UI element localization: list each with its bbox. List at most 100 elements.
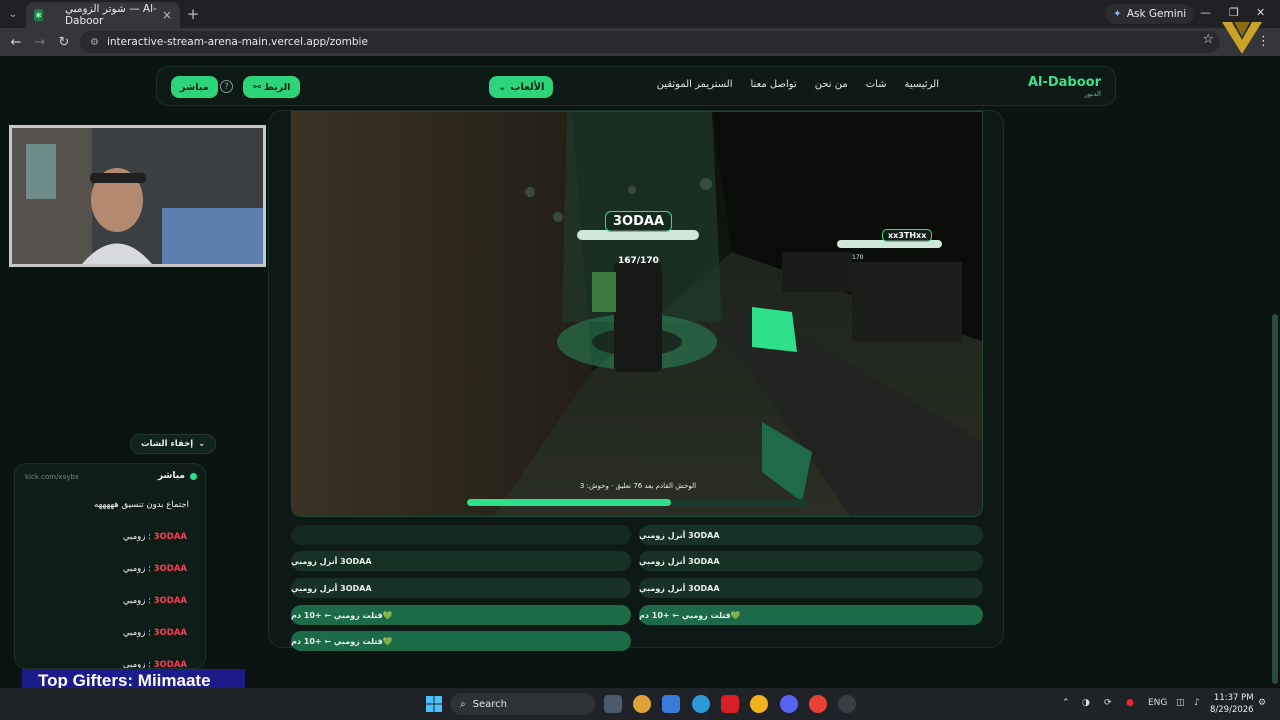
- taskbar-search[interactable]: ⌕ Search: [450, 693, 595, 715]
- channel-logo-icon: [1222, 22, 1262, 54]
- games-label: الألعاب: [510, 81, 545, 93]
- chat-username: 3ODAA: [153, 564, 187, 574]
- task-view-icon[interactable]: [604, 695, 622, 713]
- minimize-icon[interactable]: —: [1200, 6, 1211, 19]
- back-icon[interactable]: ←: [4, 35, 28, 50]
- brand-name: Al-Daboor: [1027, 75, 1101, 90]
- obs-icon[interactable]: [838, 695, 856, 713]
- site-favicon-icon: ✱: [34, 9, 43, 21]
- chat-message: اجتماع بدون تنسيق هههههه: [94, 500, 189, 510]
- feed-item: 3ODAA أنزل زومبي: [639, 578, 983, 598]
- game-scene: [292, 112, 982, 516]
- close-tab-icon[interactable]: ×: [162, 8, 172, 22]
- chat-message: 3ODAA : زومبي: [122, 596, 187, 606]
- chat-message: 3ODAA : زومبي: [122, 660, 187, 669]
- feed-item: [291, 525, 631, 545]
- chrome-icon[interactable]: [750, 695, 768, 713]
- tab-search-chevron-icon[interactable]: ⌄: [0, 0, 26, 28]
- reload-icon[interactable]: ↻: [52, 35, 76, 50]
- edge-icon[interactable]: [692, 695, 710, 713]
- enemy-nametag: xx3THxx: [882, 229, 933, 242]
- hide-chat-button[interactable]: إخفاء الشات ⌄: [130, 434, 217, 454]
- zombie-player: [614, 262, 662, 372]
- taskbar-clock[interactable]: 11:37 PM 8/29/2026: [1210, 692, 1254, 716]
- discord-icon[interactable]: [780, 695, 798, 713]
- nav-link-about[interactable]: من نحن: [815, 79, 848, 90]
- windows-start-icon[interactable]: [425, 695, 443, 713]
- feed-item: 💚قتلت زومبي ← +10 دم: [291, 631, 631, 651]
- rifle-sight: [752, 307, 797, 352]
- chat-header: kick.com/xsybx مباشر: [15, 464, 205, 490]
- zombie-game-canvas[interactable]: 3ODAA 167/170 xx3THxx 170 الوحش القادم ب…: [291, 111, 983, 517]
- chat-channel-url[interactable]: kick.com/xsybx: [25, 473, 79, 481]
- chat-message: 3ODAA : زومبي: [122, 532, 187, 542]
- nav-link-home[interactable]: الرئيسية: [905, 79, 939, 90]
- browser-tab-bar: ⌄ ✱ شوتر الزومبي — Al-Daboor × + ✦ Ask G…: [0, 0, 1280, 28]
- zombie-enemy-group: [852, 262, 962, 342]
- feed-item-text: 3ODAA أنزل زومبي: [291, 583, 372, 593]
- wave-progress-fill: [467, 499, 671, 506]
- game-panel: 3ODAA 167/170 xx3THxx 170 الوحش القادم ب…: [268, 110, 1004, 651]
- feed-item: 3ODAA أنزل زومبي: [291, 551, 631, 571]
- wave-progress-bar: [467, 499, 807, 506]
- chrome-active-icon[interactable]: [809, 695, 827, 713]
- sync-icon[interactable]: ⟳: [1104, 698, 1112, 708]
- help-icon[interactable]: ?: [220, 80, 233, 93]
- brand-subtitle: الدبور: [1084, 90, 1101, 98]
- webcam-overlay: [9, 125, 266, 267]
- audio-icon[interactable]: ◑: [1082, 698, 1090, 708]
- url-text: interactive-stream-arena-main.vercel.app…: [106, 36, 368, 48]
- store-icon[interactable]: [662, 695, 680, 713]
- browser-tab[interactable]: ✱ شوتر الزومبي — Al-Daboor ×: [26, 2, 180, 28]
- feed-item: 💚قتلت زومبي ← +10 دم: [639, 605, 983, 625]
- chat-text: زومبي: [122, 564, 146, 574]
- feed-item: 3ODAA أنزل زومبي: [639, 525, 983, 545]
- chat-text: زومبي: [122, 660, 146, 669]
- chat-username: 3ODAA: [153, 660, 187, 669]
- live-button[interactable]: مباشر: [171, 76, 218, 98]
- zombie-arm-icon: [592, 272, 616, 312]
- tray-chevron-icon[interactable]: ⌃: [1062, 698, 1070, 708]
- nav-link-verified-streamers[interactable]: الستريمر الموثقين: [657, 79, 733, 90]
- feed-item: 💚قتلت زومبي ← +10 دم: [291, 605, 631, 625]
- particle: [553, 212, 563, 222]
- notifications-icon[interactable]: ⚙: [1258, 698, 1266, 708]
- feed-item-text: 3ODAA أنزل زومبي: [639, 556, 720, 566]
- player-nametag: 3ODAA: [605, 211, 673, 232]
- microphone-icon[interactable]: ●: [1126, 698, 1134, 708]
- feed-item: 3ODAA أنزل زومبي: [291, 578, 631, 598]
- windows-taskbar: ⌕ Search ⌃ ◑ ⟳ ● ENG ◫ ♪ 11:37 PM 8/29/2…: [0, 688, 1280, 720]
- chat-username: 3ODAA: [153, 532, 187, 542]
- bookmark-star-icon[interactable]: ☆: [1202, 32, 1214, 47]
- clock-time: 11:37 PM: [1213, 693, 1254, 703]
- nav-link-contact[interactable]: تواصل معنا: [750, 79, 796, 90]
- chat-live-label: مباشر: [157, 471, 185, 481]
- brand-logo[interactable]: Al-Daboor الدبور: [1028, 75, 1101, 98]
- chat-text: زومبي: [122, 596, 146, 606]
- games-dropdown-button[interactable]: ⌄ الألعاب: [489, 76, 554, 98]
- url-field[interactable]: ⚙ interactive-stream-arena-main.vercel.a…: [80, 31, 1220, 53]
- chevron-down-icon: ⌄: [498, 81, 507, 93]
- chat-text: زومبي: [122, 628, 146, 638]
- live-dot-icon: [190, 472, 197, 480]
- volume-icon[interactable]: ♪: [1194, 698, 1200, 708]
- chat-message: 3ODAA : زومبي: [122, 564, 187, 574]
- language-indicator[interactable]: ENG: [1148, 698, 1167, 708]
- forward-icon[interactable]: →: [28, 35, 52, 50]
- wave-status-text: الوحش القادم بعد 76 تعليق · وحوش: 3: [579, 482, 697, 490]
- page-scrollbar[interactable]: [1272, 314, 1278, 684]
- chat-username: 3ODAA: [153, 628, 187, 638]
- feed-item-text: 💚قتلت زومبي ← +10 دم: [291, 610, 393, 620]
- ask-gemini-button[interactable]: ✦ Ask Gemini: [1105, 4, 1195, 24]
- new-tab-icon[interactable]: +: [180, 5, 206, 23]
- site-info-icon[interactable]: ⚙: [90, 37, 99, 48]
- app-icon[interactable]: [633, 695, 651, 713]
- zombie-enemy: [782, 252, 852, 292]
- network-icon[interactable]: ◫: [1176, 698, 1185, 708]
- player-hp-text: 167/170: [618, 256, 659, 266]
- chat-panel: kick.com/xsybx مباشر اجتماع بدون تنسيق ه…: [14, 463, 206, 669]
- link-button[interactable]: ⚯ الربط: [243, 76, 301, 98]
- netflix-icon[interactable]: [721, 695, 739, 713]
- nav-link-chat[interactable]: شات: [866, 79, 887, 90]
- hide-chat-label: إخفاء الشات: [141, 439, 194, 449]
